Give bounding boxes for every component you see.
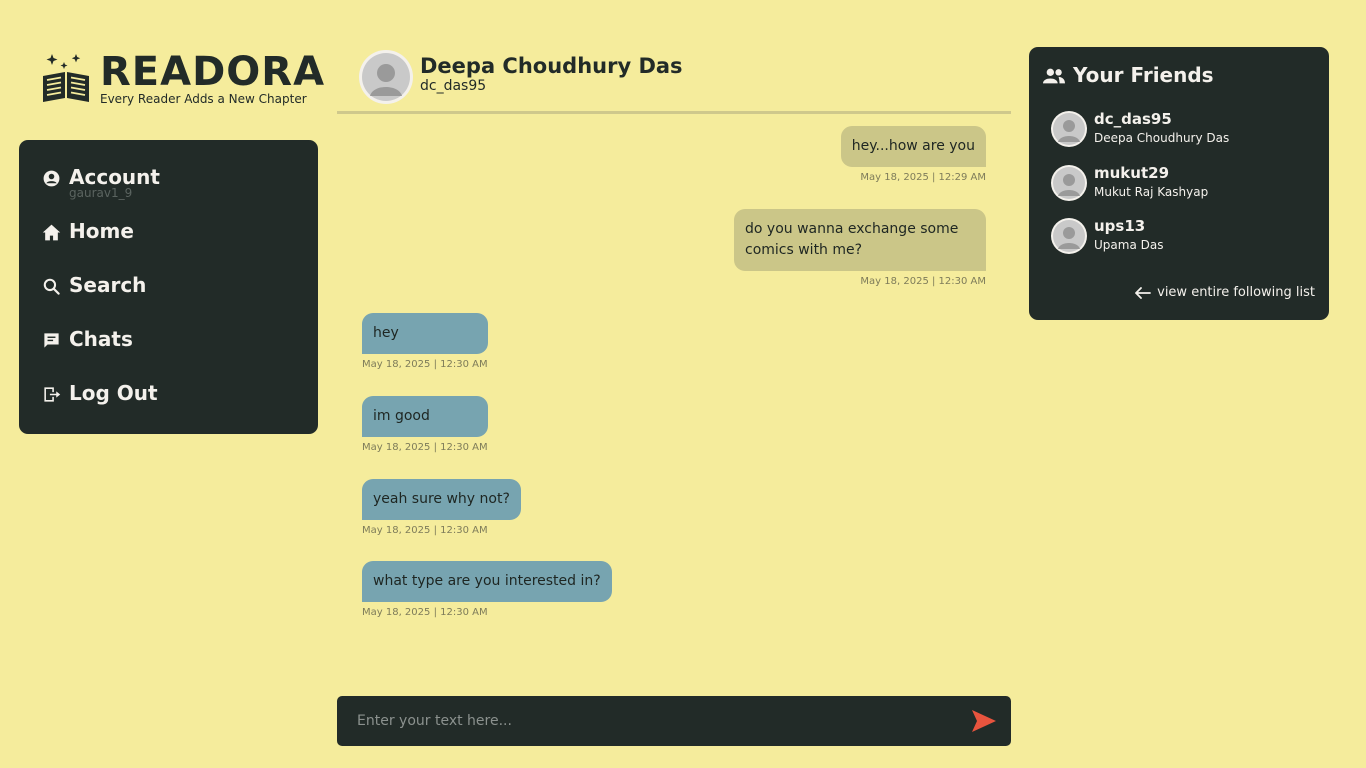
send-icon[interactable] bbox=[971, 708, 997, 734]
message-text: do you wanna exchange some comics with m… bbox=[734, 209, 986, 271]
arrow-left-icon bbox=[1135, 286, 1152, 299]
default-avatar-icon bbox=[1053, 220, 1085, 252]
nav-logout-label: Log Out bbox=[69, 381, 158, 405]
nav-search[interactable]: Search bbox=[19, 272, 318, 326]
message-timestamp: May 18, 2025 | 12:30 AM bbox=[362, 525, 488, 536]
friend-fullname: Mukut Raj Kashyap bbox=[1094, 185, 1209, 199]
friend-username: dc_das95 bbox=[1094, 110, 1172, 128]
friend-item[interactable]: mukut29 Mukut Raj Kashyap bbox=[1051, 164, 1311, 204]
default-avatar-icon bbox=[362, 53, 410, 101]
book-stars-icon bbox=[43, 54, 89, 102]
brand-tagline: Every Reader Adds a New Chapter bbox=[100, 92, 307, 106]
message-timestamp: May 18, 2025 | 12:30 AM bbox=[362, 607, 488, 618]
message-received: yeah sure why not? May 18, 2025 | 12:30 … bbox=[362, 479, 521, 536]
friend-item[interactable]: ups13 Upama Das bbox=[1051, 217, 1311, 257]
friend-avatar bbox=[1051, 165, 1087, 201]
message-text: hey...how are you bbox=[840, 126, 986, 167]
chat-contact-username: dc_das95 bbox=[420, 78, 487, 94]
nav-home-label: Home bbox=[69, 219, 134, 243]
chat-icon bbox=[41, 330, 61, 350]
message-text: hey bbox=[362, 313, 488, 354]
message-input[interactable] bbox=[347, 704, 947, 738]
view-following-list-link[interactable]: view entire following list bbox=[1135, 285, 1315, 300]
friend-item[interactable]: dc_das95 Deepa Choudhury Das bbox=[1051, 110, 1311, 150]
account-circle-icon bbox=[41, 168, 61, 188]
default-avatar-icon bbox=[1053, 113, 1085, 145]
view-following-list-label: view entire following list bbox=[1157, 285, 1315, 300]
sidebar-nav: Account gaurav1_9 Home Search Chats Log … bbox=[19, 140, 318, 434]
message-timestamp: May 18, 2025 | 12:30 AM bbox=[362, 442, 488, 453]
brand-title: READORA bbox=[100, 49, 326, 95]
nav-chats-label: Chats bbox=[69, 327, 133, 351]
message-received: what type are you interested in? May 18,… bbox=[362, 561, 612, 618]
nav-home[interactable]: Home bbox=[19, 218, 318, 272]
message-timestamp: May 18, 2025 | 12:29 AM bbox=[860, 172, 986, 183]
logout-icon bbox=[41, 384, 61, 404]
message-text: what type are you interested in? bbox=[362, 561, 612, 602]
friends-panel: Your Friends dc_das95 Deepa Choudhury Da… bbox=[1029, 47, 1329, 320]
message-text: yeah sure why not? bbox=[362, 479, 521, 520]
friend-fullname: Deepa Choudhury Das bbox=[1094, 131, 1230, 145]
friends-title: Your Friends bbox=[1073, 63, 1214, 87]
chat-contact-avatar[interactable] bbox=[359, 50, 413, 104]
default-avatar-icon bbox=[1053, 167, 1085, 199]
message-composer bbox=[337, 696, 1011, 746]
message-received: hey May 18, 2025 | 12:30 AM bbox=[362, 313, 488, 370]
message-sent: do you wanna exchange some comics with m… bbox=[734, 209, 986, 287]
friend-fullname: Upama Das bbox=[1094, 238, 1164, 252]
message-text: im good bbox=[362, 396, 488, 437]
message-timestamp: May 18, 2025 | 12:30 AM bbox=[860, 276, 986, 287]
friend-avatar bbox=[1051, 218, 1087, 254]
nav-account[interactable]: Account gaurav1_9 bbox=[19, 164, 318, 218]
chat-header: Deepa Choudhury Das dc_das95 bbox=[337, 48, 1011, 114]
message-timestamp: May 18, 2025 | 12:30 AM bbox=[362, 359, 488, 370]
friends-icon bbox=[1043, 68, 1065, 84]
nav-search-label: Search bbox=[69, 273, 147, 297]
nav-account-username: gaurav1_9 bbox=[69, 186, 133, 200]
search-icon bbox=[41, 276, 61, 296]
brand-logo[interactable]: READORA Every Reader Adds a New Chapter bbox=[40, 50, 324, 110]
nav-logout[interactable]: Log Out bbox=[19, 380, 318, 434]
chat-contact-name: Deepa Choudhury Das bbox=[420, 54, 683, 78]
nav-chats[interactable]: Chats bbox=[19, 326, 318, 380]
home-icon bbox=[41, 222, 61, 242]
friend-avatar bbox=[1051, 111, 1087, 147]
message-sent: hey...how are you May 18, 2025 | 12:29 A… bbox=[840, 126, 986, 183]
friend-username: mukut29 bbox=[1094, 164, 1170, 182]
message-received: im good May 18, 2025 | 12:30 AM bbox=[362, 396, 488, 453]
friend-username: ups13 bbox=[1094, 217, 1146, 235]
